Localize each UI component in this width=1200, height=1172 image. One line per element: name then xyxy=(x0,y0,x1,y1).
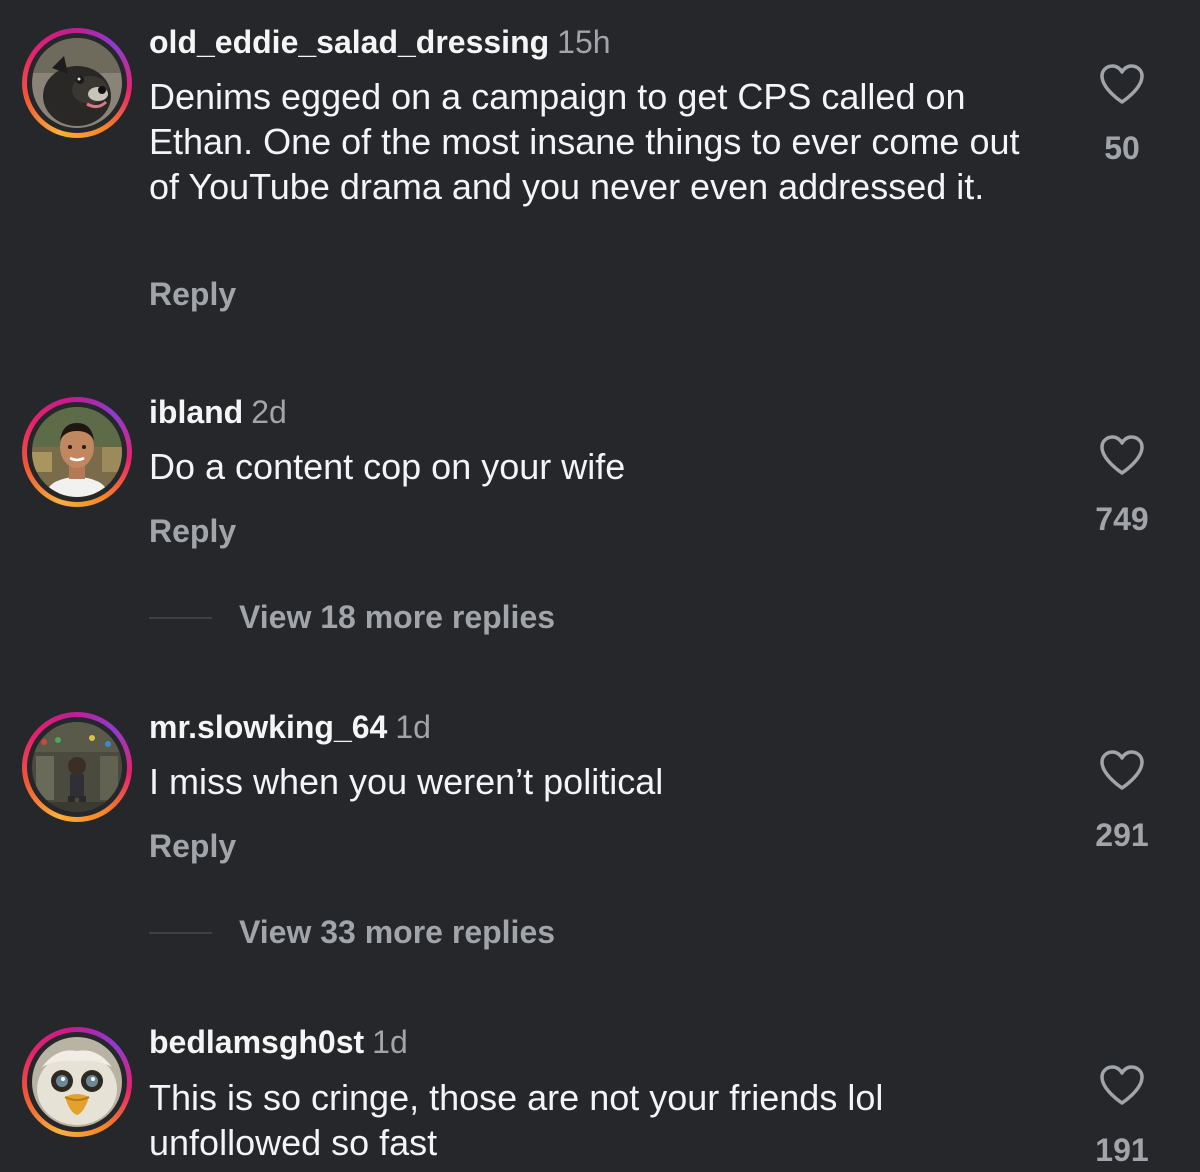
like-heart-icon[interactable] xyxy=(1099,749,1145,791)
like-count: 291 xyxy=(1095,817,1149,853)
username[interactable]: old_eddie_salad_dressing xyxy=(149,24,549,60)
like-count: 191 xyxy=(1095,1132,1149,1168)
comment-header: old_eddie_salad_dressing 15h xyxy=(149,22,611,62)
comment-text: This is so cringe, those are not your fr… xyxy=(149,1077,884,1163)
view-replies-button[interactable]: View 33 more replies xyxy=(239,912,555,952)
like-count: 50 xyxy=(1104,130,1140,166)
replies-divider xyxy=(149,932,212,934)
username[interactable]: ibland xyxy=(149,394,243,430)
timestamp: 2d xyxy=(251,394,287,430)
comment-text: I miss when you weren’t political xyxy=(149,761,664,802)
avatar[interactable] xyxy=(22,397,132,507)
like-heart-icon[interactable] xyxy=(1099,1064,1145,1106)
username[interactable]: bedlamsgh0st xyxy=(149,1024,364,1060)
comment-header: ibland 2d xyxy=(149,392,287,432)
timestamp: 1d xyxy=(395,709,431,745)
timestamp: 15h xyxy=(557,24,611,60)
avatar[interactable] xyxy=(22,712,132,822)
comment-text: Do a content cop on your wife xyxy=(149,446,626,487)
furby-avatar-icon xyxy=(32,1037,122,1127)
man-avatar-icon xyxy=(32,407,122,497)
comment-header: mr.slowking_64 1d xyxy=(149,707,431,747)
replies-divider xyxy=(149,617,212,619)
timestamp: 1d xyxy=(372,1024,408,1060)
reply-button[interactable]: Reply xyxy=(149,511,236,551)
username[interactable]: mr.slowking_64 xyxy=(149,709,387,745)
arcade-avatar-icon xyxy=(32,722,122,812)
avatar[interactable] xyxy=(22,28,132,138)
view-replies-button[interactable]: View 18 more replies xyxy=(239,597,555,637)
like-count: 749 xyxy=(1095,501,1149,537)
like-heart-icon[interactable] xyxy=(1099,63,1145,105)
reply-button[interactable]: Reply xyxy=(149,826,236,866)
comment-text: Denims egged on a campaign to get CPS ca… xyxy=(149,76,1020,207)
comment-header: bedlamsgh0st 1d xyxy=(149,1022,408,1062)
like-heart-icon[interactable] xyxy=(1099,434,1145,476)
avatar[interactable] xyxy=(22,1027,132,1137)
dog-avatar-icon xyxy=(32,38,122,128)
reply-button[interactable]: Reply xyxy=(149,274,236,314)
